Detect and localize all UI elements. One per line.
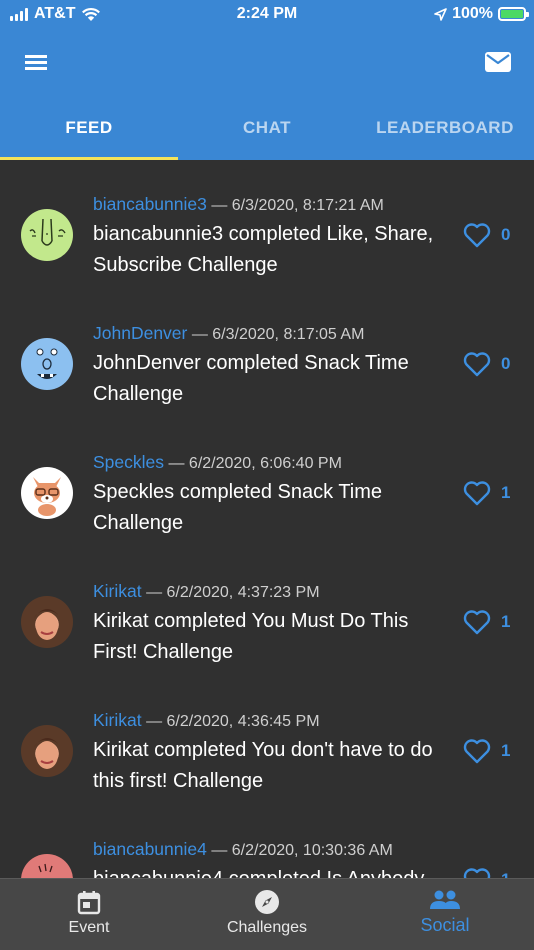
tab-feed[interactable]: FEED: [0, 104, 178, 160]
tab-leaderboard[interactable]: LEADERBOARD: [356, 104, 534, 160]
compass-icon: [255, 890, 279, 914]
post-meta: biancabunnie3 — 6/3/2020, 8:17:21 AM: [93, 194, 384, 215]
tab-bar: FEED CHAT LEADERBOARD: [0, 104, 534, 160]
post-message-line: biancabunnie4 completed Is Anybody: [93, 864, 453, 878]
feed-item: biancabunnie4 — 6/2/2020, 10:30:36 AM bi…: [0, 839, 534, 878]
post-meta: Kirikat — 6/2/2020, 4:36:45 PM: [93, 710, 320, 731]
post-message-line: Subscribe Challenge: [93, 254, 278, 276]
like-count: 1: [501, 483, 511, 502]
battery-percent: 100%: [452, 5, 493, 22]
heart-icon[interactable]: [462, 350, 492, 378]
like-count: 0: [501, 225, 511, 244]
post-message-line: Kirikat completed You Must Do This: [93, 610, 409, 632]
feed-item: Kirikat — 6/2/2020, 4:37:23 PM Kirikat c…: [0, 581, 534, 710]
nav-event[interactable]: Event: [0, 879, 178, 950]
feed-item: Kirikat — 6/2/2020, 4:36:45 PM Kirikat c…: [0, 710, 534, 839]
post-message-line: Challenge: [93, 512, 184, 534]
post-message: Kirikat completed You don't have to do t…: [93, 735, 453, 797]
fox-avatar[interactable]: [21, 467, 73, 519]
like-count: 0: [501, 354, 511, 373]
feed-item: Speckles — 6/2/2020, 6:06:40 PM Speckles…: [0, 452, 534, 581]
post-message-line: Speckles completed Snack Time: [93, 481, 383, 503]
red-doodle-avatar[interactable]: [21, 854, 73, 878]
nav-label: Challenges: [226, 919, 308, 936]
activity-feed[interactable]: biancabunnie3 — 6/3/2020, 8:17:21 AM bia…: [0, 160, 534, 878]
post-username[interactable]: Kirikat: [93, 581, 142, 601]
green-doodle-avatar[interactable]: [21, 209, 73, 261]
photo-avatar[interactable]: [21, 725, 73, 777]
heart-icon[interactable]: [462, 866, 492, 878]
post-message: Kirikat completed You Must Do This First…: [93, 606, 453, 668]
post-timestamp: — 6/2/2020, 6:06:40 PM: [168, 455, 342, 472]
heart-icon[interactable]: [462, 737, 492, 765]
post-username[interactable]: JohnDenver: [93, 323, 187, 343]
post-meta: JohnDenver — 6/3/2020, 8:17:05 AM: [93, 323, 364, 344]
status-bar: AT&T 2:24 PM 100%: [0, 0, 534, 28]
post-message-line: First! Challenge: [93, 641, 234, 663]
heart-icon[interactable]: [462, 479, 492, 507]
post-timestamp: — 6/3/2020, 8:17:21 AM: [211, 197, 384, 214]
like-count: 1: [501, 741, 511, 760]
post-timestamp: — 6/2/2020, 10:30:36 AM: [211, 842, 393, 859]
post-meta: Kirikat — 6/2/2020, 4:37:23 PM: [93, 581, 320, 602]
people-icon: [430, 890, 460, 909]
feed-item: biancabunnie3 — 6/3/2020, 8:17:21 AM bia…: [0, 194, 534, 323]
post-message: Speckles completed Snack Time Challenge: [93, 477, 453, 539]
post-message: biancabunnie4 completed Is Anybody: [93, 864, 453, 878]
post-message-line: Challenge: [93, 383, 184, 405]
nav-label: Event: [68, 919, 110, 936]
post-timestamp: — 6/3/2020, 8:17:05 AM: [191, 326, 365, 343]
post-message-line: Kirikat completed You don't have to do: [93, 739, 433, 761]
post-username[interactable]: Kirikat: [93, 710, 142, 730]
hamburger-menu-icon[interactable]: [22, 50, 50, 74]
location-arrow-icon: [434, 7, 447, 21]
blue-monster-avatar[interactable]: [21, 338, 73, 390]
status-right: 100%: [434, 5, 529, 23]
post-timestamp: — 6/2/2020, 4:36:45 PM: [146, 713, 320, 730]
like-count: 1: [501, 612, 511, 631]
post-message-line: biancabunnie3 completed Like, Share,: [93, 223, 434, 245]
battery-icon: [498, 7, 529, 21]
post-username[interactable]: Speckles: [93, 452, 164, 472]
nav-challenges[interactable]: Challenges: [178, 879, 356, 950]
post-message-line: this first! Challenge: [93, 770, 264, 792]
photo-avatar[interactable]: [21, 596, 73, 648]
post-username[interactable]: biancabunnie4: [93, 839, 207, 859]
heart-icon[interactable]: [462, 608, 492, 636]
nav-label: Social: [420, 915, 470, 935]
heart-icon[interactable]: [462, 221, 492, 249]
feed-item: JohnDenver — 6/3/2020, 8:17:05 AM JohnDe…: [0, 323, 534, 452]
like-count: 1: [501, 870, 510, 878]
post-username[interactable]: biancabunnie3: [93, 194, 207, 214]
post-timestamp: — 6/2/2020, 4:37:23 PM: [146, 584, 320, 601]
post-meta: biancabunnie4 — 6/2/2020, 10:30:36 AM: [93, 839, 393, 860]
calendar-icon: [77, 891, 101, 915]
app-header: AT&T 2:24 PM 100% FEED CHAT LEADERBOARD: [0, 0, 534, 160]
nav-social[interactable]: Social: [356, 879, 534, 950]
post-message-line: JohnDenver completed Snack Time: [93, 352, 409, 374]
mail-icon[interactable]: [484, 50, 512, 74]
post-meta: Speckles — 6/2/2020, 6:06:40 PM: [93, 452, 342, 473]
post-message: biancabunnie3 completed Like, Share, Sub…: [93, 219, 453, 281]
tab-chat[interactable]: CHAT: [178, 104, 356, 160]
post-message: JohnDenver completed Snack Time Challeng…: [93, 348, 453, 410]
bottom-nav: Event Challenges Social: [0, 878, 534, 950]
